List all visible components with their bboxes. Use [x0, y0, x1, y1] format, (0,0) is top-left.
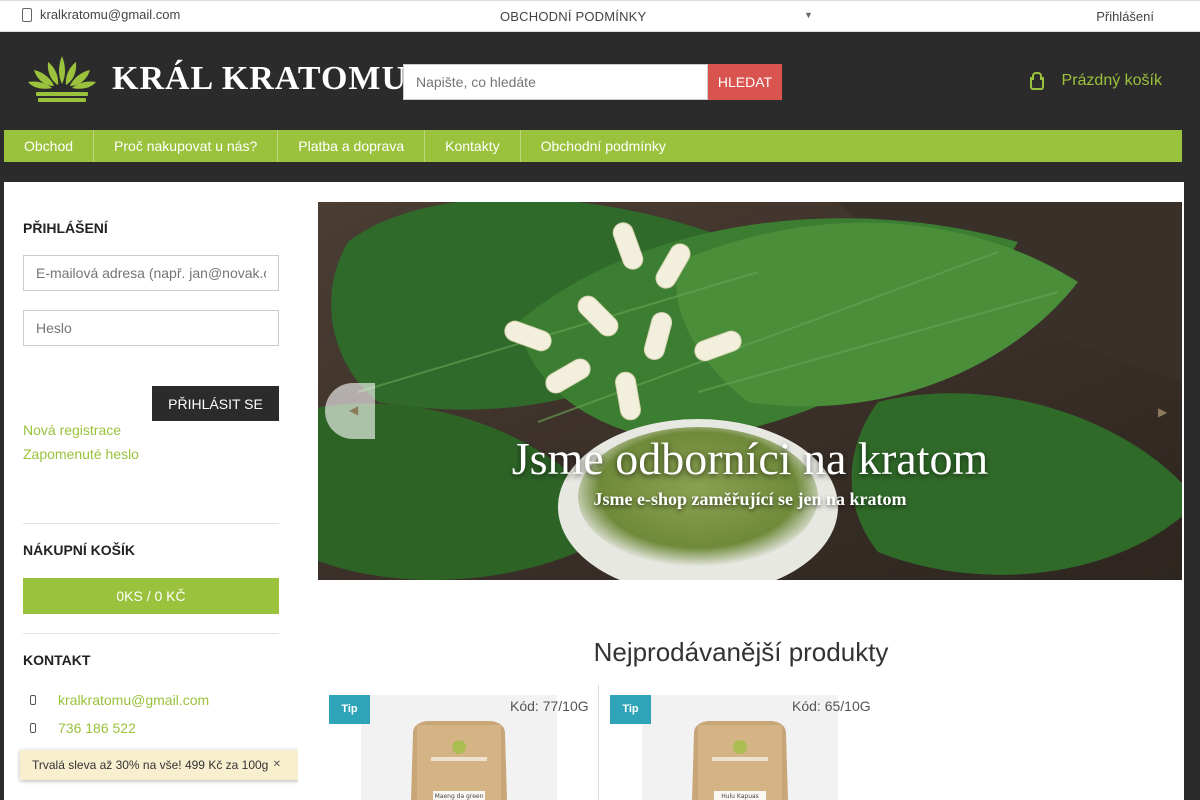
header-cart[interactable]: Prázdný košík [1028, 72, 1162, 90]
divider [23, 523, 279, 524]
contact-phone-text[interactable]: 736 186 522 [58, 720, 136, 736]
logo-text: KRÁL KRATOMU [112, 60, 408, 97]
header: KRÁL KRATOMU HLEDAT Prázdný košík [0, 32, 1200, 130]
promo-banner[interactable]: Trvalá sleva až 30% na vše! 499 Kč za 10… [20, 750, 301, 780]
product-card[interactable]: Maeng da green Tip Kód: 77/10G [319, 685, 599, 800]
cart-title: NÁKUPNÍ KOŠÍK [23, 542, 136, 558]
forgot-password-link[interactable]: Zapomenuté heslo [23, 446, 139, 462]
sidebar: PŘIHLÁŠENÍ PŘIHLÁSIT SE Nová registrace … [4, 182, 298, 800]
chevron-right-icon: ▶ [1158, 405, 1168, 419]
search-button[interactable]: HLEDAT [708, 64, 782, 100]
search-input[interactable] [403, 64, 708, 100]
divider [598, 685, 599, 800]
search-bar: HLEDAT [403, 64, 782, 100]
tip-badge: Tip [329, 695, 370, 724]
product-code: Kód: 65/10G [792, 698, 871, 714]
nav-item-obchod[interactable]: Obchod [4, 130, 95, 162]
contact-phone[interactable]: 736 186 522 [30, 720, 136, 736]
phone-icon [22, 7, 32, 22]
cart-summary-button[interactable]: 0KS / 0 KČ [23, 578, 279, 614]
banner-title: Jsme odborníci na kratom [511, 433, 989, 484]
top-bar: kralkratomu@gmail.com OBCHODNÍ PODMÍNKY … [0, 0, 1200, 32]
password-field[interactable] [23, 310, 279, 346]
product-card[interactable]: Hulu Kapuas Tip Kód: 65/10G [600, 685, 880, 800]
shopping-bag-icon [1028, 72, 1044, 90]
close-icon[interactable]: ✕ [273, 750, 281, 780]
nav-item-contacts[interactable]: Kontakty [425, 130, 521, 162]
envelope-icon [30, 695, 36, 705]
top-terms-link[interactable]: OBCHODNÍ PODMÍNKY [500, 9, 646, 24]
divider [23, 633, 279, 634]
contact-title: KONTAKT [23, 652, 91, 668]
login-button[interactable]: PŘIHLÁSIT SE [152, 386, 279, 421]
logo[interactable]: KRÁL KRATOMU [26, 52, 407, 106]
top-login-link[interactable]: Přihlášení [1096, 9, 1154, 24]
nav-item-terms[interactable]: Obchodní podmínky [521, 130, 686, 162]
slider-next-button[interactable]: ▶ [1154, 403, 1174, 423]
email-field[interactable] [23, 255, 279, 291]
nav-item-payment-shipping[interactable]: Platba a doprava [278, 130, 426, 162]
register-link[interactable]: Nová registrace [23, 422, 121, 438]
product-pack-label: Maeng da green [435, 793, 484, 800]
lotus-logo-icon [28, 56, 96, 102]
hero-banner[interactable]: ◀ ▶ Jsme odborníci na kratom Jsme e-shop… [318, 202, 1182, 580]
banner-subtitle: Jsme e-shop zaměřující se jen na kratom [593, 489, 907, 509]
header-cart-label[interactable]: Prázdný košík [1062, 72, 1162, 90]
main-content: ◀ ▶ Jsme odborníci na kratom Jsme e-shop… [298, 182, 1184, 800]
top-email[interactable]: kralkratomu@gmail.com [22, 7, 180, 22]
tip-badge: Tip [610, 695, 651, 724]
phone-icon [30, 723, 36, 733]
banner-image [318, 202, 1182, 580]
contact-email[interactable]: kralkratomu@gmail.com [30, 692, 209, 708]
promo-text: Trvalá sleva až 30% na vše! 499 Kč za 10… [32, 758, 269, 772]
slider-prev-button[interactable]: ◀ [325, 383, 375, 439]
login-title: PŘIHLÁŠENÍ [23, 220, 108, 236]
nav-item-why-us[interactable]: Proč nakupovat u nás? [94, 130, 279, 162]
product-pack-label: Hulu Kapuas [721, 793, 759, 800]
top-email-text[interactable]: kralkratomu@gmail.com [40, 7, 180, 22]
main-nav: Obchod Proč nakupovat u nás? Platba a do… [4, 130, 1182, 162]
contact-email-text[interactable]: kralkratomu@gmail.com [58, 692, 209, 708]
bestsellers-title: Nejprodávanější produkty [593, 637, 889, 667]
product-code: Kód: 77/10G [510, 698, 589, 714]
chevron-down-icon[interactable]: ▼ [804, 10, 813, 20]
chevron-left-icon: ◀ [349, 403, 359, 417]
